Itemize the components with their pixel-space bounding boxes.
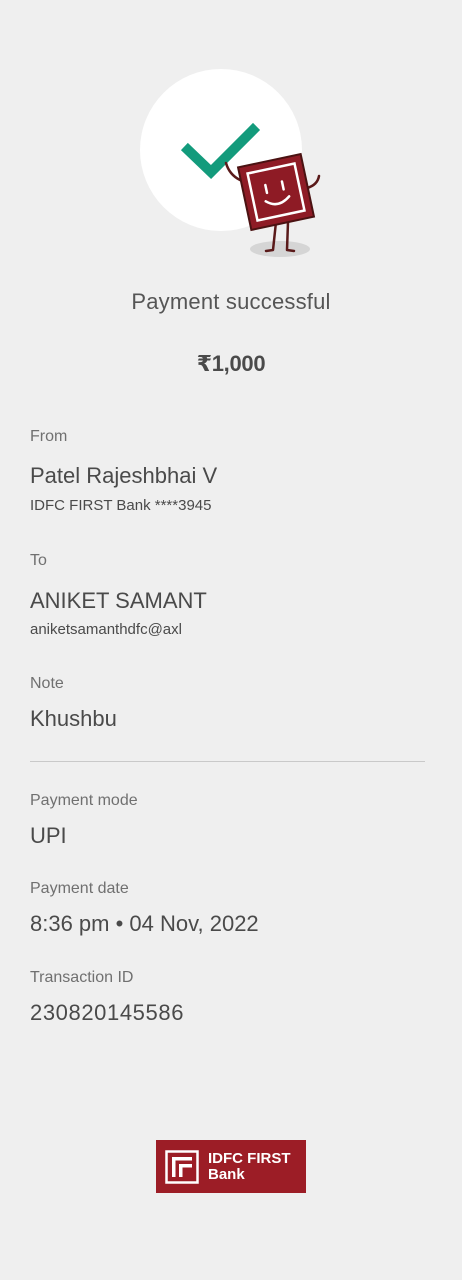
transaction-id-value: 230820145586 — [30, 1000, 185, 1025]
bank-logo-text: IDFC FIRST Bank — [208, 1149, 291, 1183]
payment-amount: ₹1,000 — [196, 351, 266, 376]
from-account: IDFC FIRST Bank ****3945 — [30, 497, 212, 514]
payment-status-title: Payment successful — [131, 289, 331, 314]
idfc-logo-mark-icon — [165, 1149, 199, 1184]
payment-date-label: Payment date — [30, 880, 129, 897]
transaction-id-label: Transaction ID — [30, 969, 134, 986]
note-value: Khushbu — [30, 706, 117, 731]
from-name: Patel Rajeshbhai V — [30, 463, 218, 488]
payment-mode-label: Payment mode — [30, 792, 138, 809]
to-name: ANIKET SAMANT — [30, 588, 207, 613]
bank-logo-line1: IDFC FIRST — [208, 1149, 291, 1167]
from-label: From — [30, 428, 68, 445]
to-upi-id: aniketsamanthdfc@axl — [30, 621, 182, 638]
idfc-first-bank-logo: IDFC FIRST Bank — [156, 1140, 306, 1193]
section-divider — [30, 761, 425, 762]
success-check-mascot-icon — [140, 69, 321, 257]
payment-date-value: 8:36 pm • 04 Nov, 2022 — [30, 911, 259, 936]
note-label: Note — [30, 675, 64, 692]
success-illustration — [0, 0, 462, 270]
bank-logo-line2: Bank — [208, 1165, 245, 1183]
payment-mode-value: UPI — [30, 823, 67, 848]
to-label: To — [30, 552, 47, 569]
